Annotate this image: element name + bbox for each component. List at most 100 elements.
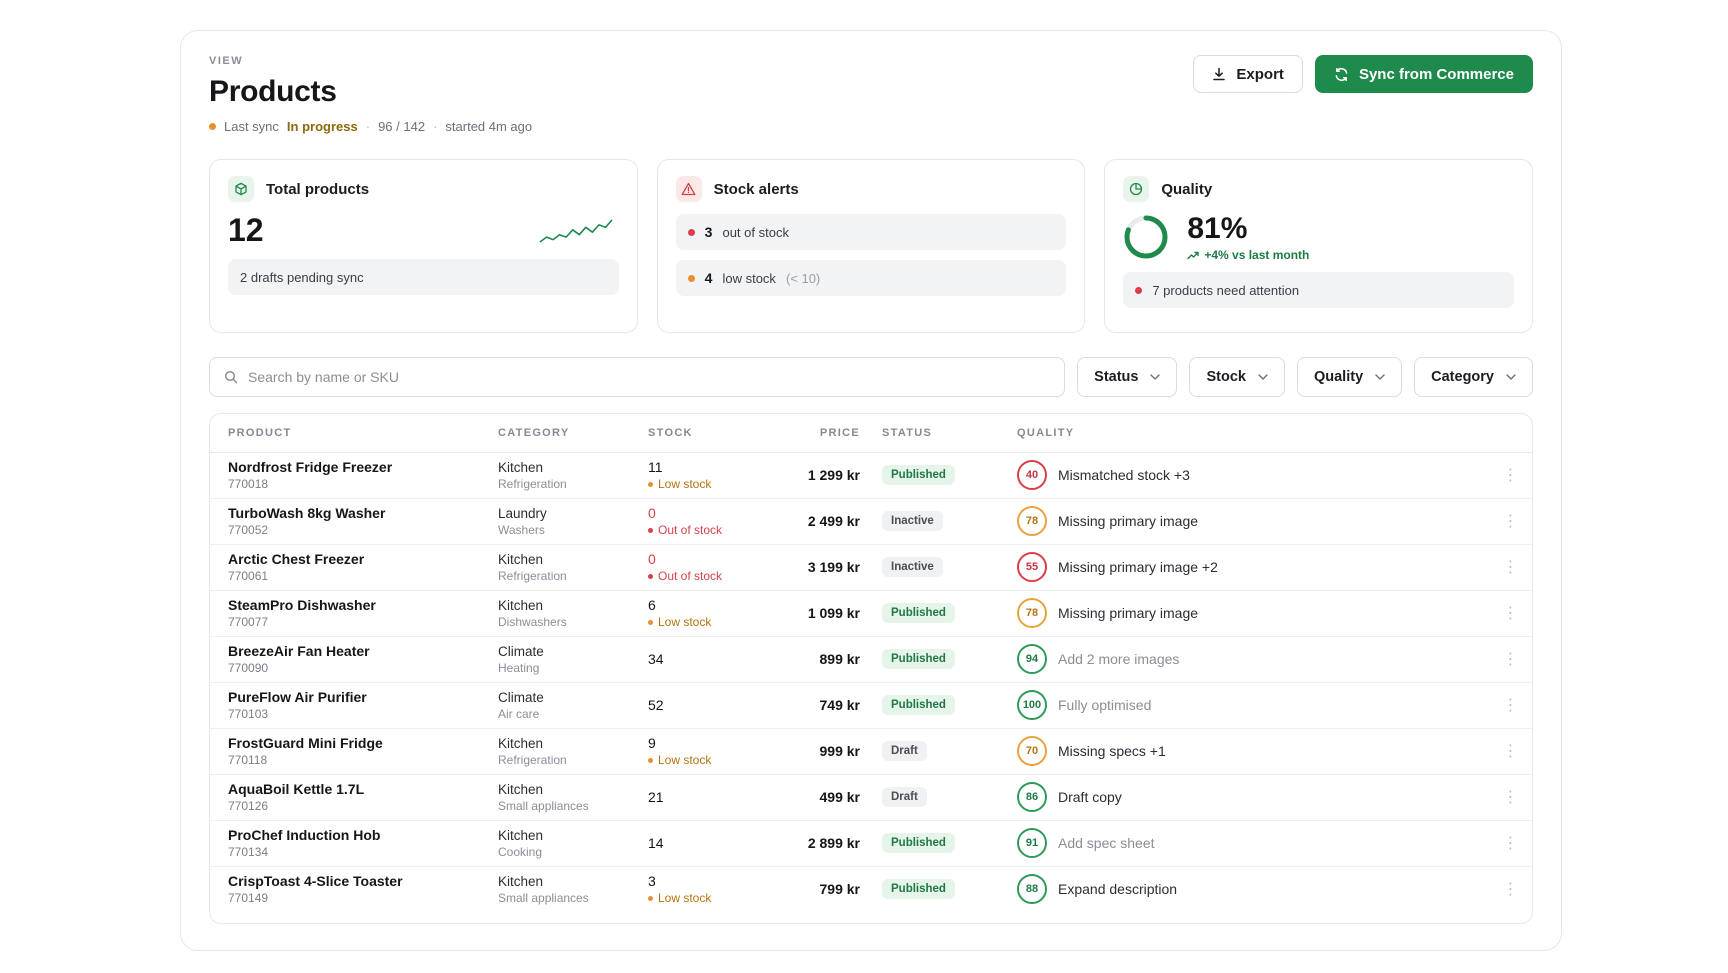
price-value: 799 kr <box>819 881 860 898</box>
status-cell: Inactive <box>882 498 1017 545</box>
status-badge: Published <box>882 603 955 623</box>
status-badge: Inactive <box>882 511 943 531</box>
filter-bar: Status Stock Quality Category <box>209 357 1533 397</box>
actions-cell: ⋮ <box>1488 728 1532 775</box>
status-cell: Published <box>882 590 1017 637</box>
table-row[interactable]: AquaBoil Kettle 1.7L 770126 Kitchen Smal… <box>210 774 1532 821</box>
category-name: Kitchen <box>498 597 544 613</box>
low-stock-count: 4 <box>704 270 713 286</box>
status-badge: Published <box>882 833 955 853</box>
product-sku: 770077 <box>228 615 269 629</box>
table-row[interactable]: Arctic Chest Freezer 770061 Kitchen Refr… <box>210 544 1532 591</box>
category-name: Kitchen <box>498 459 544 475</box>
more-options-icon[interactable]: ⋮ <box>1503 743 1519 760</box>
quality-issue-text: Expand description <box>1058 881 1178 898</box>
sync-status-line: Last sync In progress · 96 / 142 · start… <box>209 119 1533 134</box>
quality-score-badge: 100 <box>1017 690 1047 720</box>
status-dot <box>687 274 695 282</box>
table-row[interactable]: CrispToast 4-Slice Toaster 770149 Kitche… <box>210 866 1532 912</box>
filter-quality[interactable]: Quality <box>1296 357 1403 397</box>
filter-category[interactable]: Category <box>1414 357 1533 397</box>
product-name[interactable]: PureFlow Air Purifier <box>228 689 498 705</box>
card-header: Stock alerts <box>675 176 1067 202</box>
products-panel: VIEW Products Last sync In progress · 96… <box>180 30 1562 951</box>
product-sku: 770061 <box>228 569 269 583</box>
sparkline-line <box>539 219 613 243</box>
product-name[interactable]: ProChef Induction Hob <box>228 827 498 843</box>
attention-pill[interactable]: 7 products need attention <box>1123 272 1515 308</box>
status-badge: Draft <box>882 787 927 807</box>
quality-issue-text: Missing primary image <box>1058 605 1199 621</box>
more-options-icon[interactable]: ⋮ <box>1503 605 1519 622</box>
more-options-icon[interactable]: ⋮ <box>1503 881 1519 898</box>
out-of-stock-count: 3 <box>704 224 713 240</box>
category-cell: Climate Air care <box>498 682 648 729</box>
table-row[interactable]: Nordfrost Fridge Freezer 770018 Kitchen … <box>210 452 1532 499</box>
stock-count: 11 <box>648 459 663 475</box>
more-options-icon[interactable]: ⋮ <box>1503 559 1519 576</box>
table-row[interactable]: PureFlow Air Purifier 770103 Climate Air… <box>210 682 1532 729</box>
stock-count: 3 <box>648 873 656 890</box>
category-name: Kitchen <box>498 873 544 889</box>
actions-cell: ⋮ <box>1488 544 1532 591</box>
column-header-stock[interactable]: STOCK <box>648 414 788 453</box>
price-cell: 499 kr <box>788 774 882 821</box>
quality-cell: 88 Expand description <box>1017 866 1488 912</box>
download-icon <box>1213 67 1226 81</box>
column-header-quality[interactable]: QUALITY <box>1017 414 1488 453</box>
product-name[interactable]: CrispToast 4-Slice Toaster <box>228 873 498 889</box>
stock-note: Low stock <box>648 753 788 767</box>
quality-issue-text: Add spec sheet <box>1058 835 1155 851</box>
product-name[interactable]: Nordfrost Fridge Freezer <box>228 459 498 475</box>
table-row[interactable]: ProChef Induction Hob 770134 Kitchen Coo… <box>210 820 1532 867</box>
quality-cell: 78 Missing primary image <box>1017 590 1488 637</box>
quality-card: Quality 81% +4% vs last month 7 products <box>1104 159 1534 333</box>
product-sku: 770052 <box>228 523 269 537</box>
export-button[interactable]: Export <box>1193 55 1303 93</box>
chevron-down-icon <box>1506 374 1516 380</box>
product-name[interactable]: AquaBoil Kettle 1.7L <box>228 781 498 797</box>
column-header-product[interactable]: PRODUCT <box>210 414 498 453</box>
product-name[interactable]: FrostGuard Mini Fridge <box>228 735 498 751</box>
status-cell: Published <box>882 452 1017 499</box>
product-cell: SteamPro Dishwasher 770077 <box>210 590 498 637</box>
product-name[interactable]: Arctic Chest Freezer <box>228 551 498 567</box>
status-badge: Draft <box>882 741 927 761</box>
more-options-icon[interactable]: ⋮ <box>1503 651 1519 668</box>
sync-from-commerce-button[interactable]: Sync from Commerce <box>1314 55 1533 93</box>
more-options-icon[interactable]: ⋮ <box>1503 835 1519 852</box>
search-input[interactable] <box>248 369 1051 385</box>
low-stock-alert[interactable]: 4 low stock (< 10) <box>675 260 1067 296</box>
quality-delta-text: +4% vs last month <box>1204 248 1310 262</box>
stock-status-dot <box>648 527 653 533</box>
product-name[interactable]: TurboWash 8kg Washer <box>228 505 498 521</box>
more-options-icon[interactable]: ⋮ <box>1503 789 1519 806</box>
filter-stock[interactable]: Stock <box>1189 357 1285 397</box>
table-row[interactable]: SteamPro Dishwasher 770077 Kitchen Dishw… <box>210 590 1532 637</box>
price-cell: 899 kr <box>788 636 882 683</box>
status-badge: Published <box>882 465 955 485</box>
more-options-icon[interactable]: ⋮ <box>1503 697 1519 714</box>
category-cell: Kitchen Cooking <box>498 820 648 867</box>
table-row[interactable]: FrostGuard Mini Fridge 770118 Kitchen Re… <box>210 728 1532 775</box>
column-header-price[interactable]: PRICE <box>788 414 882 453</box>
price-cell: 1 099 kr <box>788 590 882 637</box>
more-options-icon[interactable]: ⋮ <box>1503 513 1519 530</box>
stock-count: 52 <box>648 697 664 713</box>
price-value: 2 899 kr <box>807 835 860 851</box>
table-row[interactable]: TurboWash 8kg Washer 770052 Laundry Wash… <box>210 498 1532 545</box>
stock-note: Low stock <box>648 615 788 629</box>
column-header-status[interactable]: STATUS <box>882 414 1017 453</box>
column-header-category[interactable]: CATEGORY <box>498 414 648 453</box>
out-of-stock-alert[interactable]: 3 out of stock <box>675 214 1067 250</box>
table-row[interactable]: BreezeAir Fan Heater 770090 Climate Heat… <box>210 636 1532 683</box>
product-name[interactable]: SteamPro Dishwasher <box>228 597 498 613</box>
product-name[interactable]: BreezeAir Fan Heater <box>228 643 498 659</box>
product-sku: 770149 <box>228 891 269 906</box>
filter-status[interactable]: Status <box>1077 357 1178 397</box>
sync-started: started 4m ago <box>445 119 533 134</box>
quality-ring <box>1124 215 1168 259</box>
more-options-icon[interactable]: ⋮ <box>1503 467 1519 484</box>
product-sku: 770090 <box>228 661 269 675</box>
separator: · <box>365 119 371 134</box>
